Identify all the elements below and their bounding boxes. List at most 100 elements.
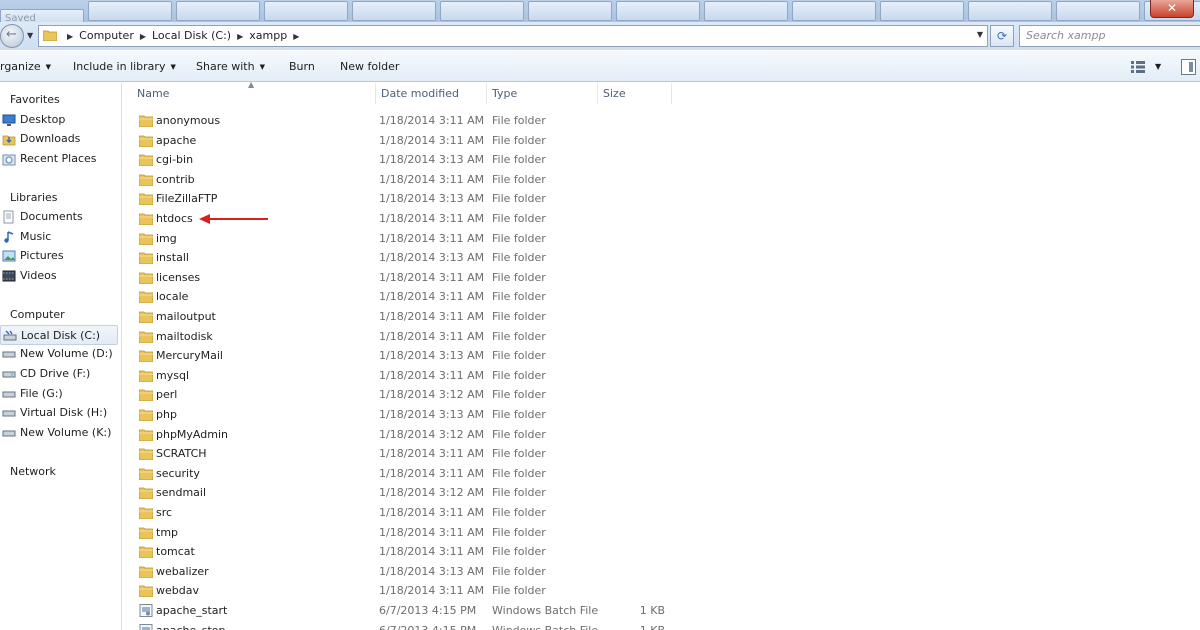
nav-virtual-disk-h[interactable]: Virtual Disk (H:) — [0, 403, 118, 423]
search-input[interactable]: Search xampp — [1019, 25, 1200, 47]
nav-libraries[interactable]: Libraries — [0, 188, 118, 208]
file-row[interactable]: locale 1/18/2014 3:11 AM File folder — [133, 287, 693, 306]
breadcrumb-separator-icon[interactable]: ▶ — [140, 32, 146, 41]
file-row[interactable]: SCRATCH 1/18/2014 3:11 AM File folder — [133, 444, 693, 463]
file-row[interactable]: FileZillaFTP 1/18/2014 3:13 AM File folder — [133, 189, 693, 208]
local-disk-icon — [3, 330, 17, 341]
file-row[interactable]: apache_stop 6/7/2013 4:15 PM Windows Batch… — [133, 621, 693, 630]
file-row[interactable]: anonymous 1/18/2014 3:11 AM File folder — [133, 111, 693, 130]
file-type: Windows Batch File — [492, 604, 599, 617]
change-view-icon[interactable] — [1131, 61, 1145, 73]
nav-cd-drive-label: CD Drive (F:) — [20, 367, 91, 380]
file-row[interactable]: contrib 1/18/2014 3:11 AM File folder — [133, 170, 693, 189]
taskbar-tab[interactable]: Saved — [0, 9, 84, 22]
file-row[interactable]: mysql 1/18/2014 3:11 AM File folder — [133, 366, 693, 385]
file-date-modified: 1/18/2014 3:11 AM — [379, 231, 485, 245]
drive-icon — [2, 430, 16, 437]
nav-documents-label: Documents — [20, 210, 83, 223]
folder-icon — [139, 291, 153, 304]
file-row[interactable]: tmp 1/18/2014 3:11 AM File folder — [133, 523, 693, 542]
nav-music[interactable]: Music — [0, 227, 118, 247]
column-header-name[interactable]: Name — [132, 83, 376, 104]
refresh-button[interactable]: ⟳ — [990, 25, 1014, 47]
nav-network[interactable]: Network — [0, 462, 118, 482]
nav-documents[interactable]: Documents — [0, 207, 118, 227]
nav-file-g[interactable]: File (G:) — [0, 384, 118, 404]
taskbar-tab[interactable] — [440, 1, 524, 21]
taskbar-tab[interactable] — [792, 1, 876, 21]
file-row[interactable]: img 1/18/2014 3:11 AM File folder — [133, 229, 693, 248]
file-row[interactable]: src 1/18/2014 3:11 AM File folder — [133, 503, 693, 522]
file-type: File folder — [492, 427, 546, 441]
include-in-library-button[interactable]: Include in library ▼ — [73, 51, 176, 83]
taskbar-tab[interactable] — [176, 1, 260, 21]
file-row[interactable]: phpMyAdmin 1/18/2014 3:12 AM File folder — [133, 425, 693, 444]
nav-videos[interactable]: Videos — [0, 266, 118, 286]
nav-local-disk-label: Local Disk (C:) — [21, 329, 101, 342]
file-row[interactable]: MercuryMail 1/18/2014 3:13 AM File folder — [133, 346, 693, 365]
taskbar-tab[interactable] — [264, 1, 348, 21]
nav-new-volume-d[interactable]: New Volume (D:) — [0, 344, 118, 364]
file-row[interactable]: install 1/18/2014 3:13 AM File folder — [133, 248, 693, 267]
chevron-down-icon: ▼ — [170, 63, 176, 71]
file-row[interactable]: webalizer 1/18/2014 3:13 AM File folder — [133, 562, 693, 581]
close-window-button[interactable]: ✕ — [1150, 0, 1194, 18]
file-row[interactable]: apache_start 6/7/2013 4:15 PM Windows Batc… — [133, 601, 693, 620]
file-name: phpMyAdmin — [156, 427, 228, 441]
file-type: File folder — [492, 349, 546, 363]
taskbar-tab[interactable] — [88, 1, 172, 21]
nav-local-disk-c[interactable]: Local Disk (C:) — [0, 325, 118, 345]
breadcrumb-separator-icon[interactable]: ▶ — [67, 32, 73, 41]
breadcrumb-computer[interactable]: Computer — [79, 29, 134, 42]
view-options-dropdown-icon[interactable]: ▼ — [1155, 51, 1161, 83]
file-row[interactable]: webdav 1/18/2014 3:11 AM File folder — [133, 581, 693, 600]
column-header-date-modified[interactable]: Date modified — [376, 83, 487, 104]
folder-icon — [139, 566, 153, 578]
address-history-dropdown-icon[interactable]: ▼ — [977, 30, 983, 39]
file-row[interactable]: mailtodisk 1/18/2014 3:11 AM File folder — [133, 327, 693, 346]
column-header-size[interactable]: Size — [598, 83, 672, 104]
nav-favorites[interactable]: Favorites — [0, 90, 118, 110]
taskbar-tab[interactable] — [968, 1, 1052, 21]
column-header-type[interactable]: Type — [487, 83, 598, 104]
breadcrumb-local-disk[interactable]: Local Disk (C:) — [152, 29, 231, 42]
nav-pictures[interactable]: Pictures — [0, 246, 118, 266]
recent-pages-dropdown[interactable]: ▼ — [27, 31, 33, 40]
file-name: FileZillaFTP — [156, 192, 218, 206]
taskbar-tab[interactable] — [352, 1, 436, 21]
file-row[interactable]: php 1/18/2014 3:13 AM File folder — [133, 405, 693, 424]
share-with-button[interactable]: Share with ▼ — [196, 51, 265, 83]
file-row[interactable]: perl 1/18/2014 3:12 AM File folder — [133, 385, 693, 404]
nav-recent-places[interactable]: Recent Places — [0, 149, 118, 169]
preview-pane-toggle-icon[interactable] — [1181, 59, 1196, 75]
taskbar-tab[interactable] — [528, 1, 612, 21]
address-row: ← ▼ ▶ Computer ▶ Local Disk (C:) ▶ xampp ▶ ▼ ⟳… — [0, 22, 1200, 50]
breadcrumb-separator-icon[interactable]: ▶ — [293, 32, 299, 41]
burn-button[interactable]: Burn — [289, 51, 315, 83]
taskbar-tab[interactable] — [704, 1, 788, 21]
address-bar[interactable]: ▶ Computer ▶ Local Disk (C:) ▶ xampp ▶ ▼ — [38, 25, 988, 47]
taskbar-tab[interactable] — [880, 1, 964, 21]
file-row[interactable]: apache 1/18/2014 3:11 AM File folder — [133, 131, 693, 150]
nav-desktop[interactable]: Desktop — [0, 110, 118, 130]
nav-new-volume-k[interactable]: New Volume (K:) — [0, 423, 118, 443]
back-button[interactable]: ← — [0, 24, 24, 48]
nav-file-g-label: File (G:) — [20, 387, 63, 400]
file-row[interactable]: licenses 1/18/2014 3:11 AM File folder — [133, 268, 693, 287]
nav-downloads[interactable]: Downloads — [0, 129, 118, 149]
folder-icon — [139, 233, 153, 245]
organize-button[interactable]: rganize ▼ — [0, 51, 51, 83]
breadcrumb-separator-icon[interactable]: ▶ — [237, 32, 243, 41]
organize-label: rganize — [0, 60, 41, 73]
new-folder-button[interactable]: New folder — [340, 51, 399, 83]
nav-cd-drive-f[interactable]: CD Drive (F:) — [0, 364, 118, 384]
taskbar-tab[interactable] — [616, 1, 700, 21]
folder-icon — [139, 468, 153, 480]
file-row[interactable]: sendmail 1/18/2014 3:12 AM File folder — [133, 483, 693, 502]
file-row[interactable]: mailoutput 1/18/2014 3:11 AM File folder — [133, 307, 693, 326]
file-row[interactable]: tomcat 1/18/2014 3:11 AM File folder — [133, 542, 693, 561]
file-row[interactable]: security 1/18/2014 3:11 AM File folder — [133, 464, 693, 483]
breadcrumb-xampp[interactable]: xampp — [249, 29, 287, 42]
file-row[interactable]: cgi-bin 1/18/2014 3:13 AM File folder — [133, 150, 693, 169]
nav-computer[interactable]: Computer — [0, 305, 118, 325]
